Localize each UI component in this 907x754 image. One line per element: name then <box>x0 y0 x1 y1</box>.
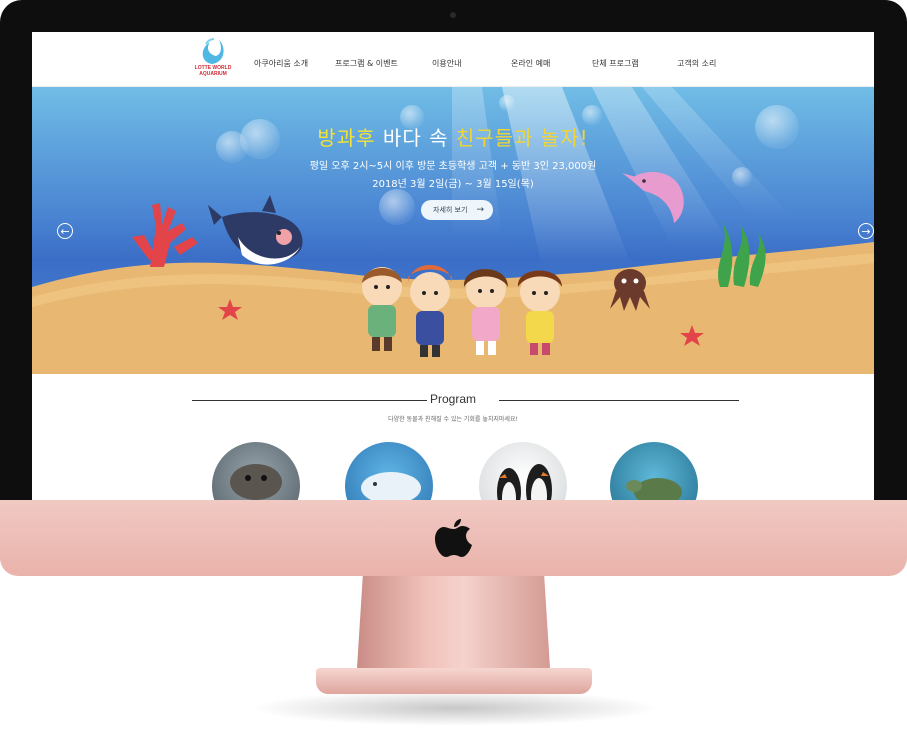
beluga-icon <box>361 472 421 500</box>
program-title: Program <box>429 392 476 406</box>
monitor-stand-neck <box>357 576 550 668</box>
nav-item-online-booking[interactable]: 온라인 예매 <box>511 58 550 69</box>
nav-item-programs-events[interactable]: 프로그램 & 이벤트 <box>335 58 398 69</box>
hero-title-part2: 바다 속 <box>382 126 449 150</box>
nav-item-group-programs[interactable]: 단체 프로그램 <box>592 58 639 69</box>
logo-text: LOTTE WORLD AQUARIUM <box>194 65 232 77</box>
program-sea-turtle[interactable] <box>610 442 698 500</box>
stand-shadow <box>250 690 660 726</box>
details-button-label: 자세히 보기 <box>433 206 468 214</box>
details-button[interactable]: 자세히 보기 → <box>421 200 493 220</box>
hero-banner: 방과후 바다 속 친구들과 놀자! 평일 오후 2시~5시 이후 방문 초등학생… <box>32 87 874 374</box>
hero-title-part1: 방과후 <box>317 126 376 150</box>
program-section: Program 다양한 동물과 친해질 수 있는 기회를 놓치지마세요! <box>32 374 874 500</box>
program-seal[interactable] <box>212 442 300 500</box>
monitor-chin <box>0 500 907 576</box>
sea-turtle-icon <box>626 478 682 500</box>
monitor-stand-base <box>316 668 592 694</box>
penguin-icon <box>497 464 552 500</box>
seal-icon <box>230 464 282 500</box>
program-subtitle: 다양한 동물과 친해질 수 있는 기회를 놓치지마세요! <box>388 416 518 423</box>
program-beluga[interactable] <box>345 442 433 500</box>
nav-item-guide[interactable]: 이용안내 <box>432 58 461 69</box>
hero-subtitle: 평일 오후 2시~5시 이후 방문 초등학생 고객 + 동반 3인 23,000… <box>309 161 597 172</box>
slider-next-button[interactable]: → <box>858 223 874 239</box>
imac-device: LOTTE WORLD AQUARIUM 아쿠아리움 소개 프로그램 & 이벤트… <box>0 0 907 754</box>
apple-logo-icon <box>435 519 472 557</box>
hero-title: 방과후 바다 속 친구들과 놀자! <box>32 122 874 151</box>
hero-title-part3: 친구들과 놀자! <box>455 126 589 150</box>
website-screen: LOTTE WORLD AQUARIUM 아쿠아리움 소개 프로그램 & 이벤트… <box>32 32 874 500</box>
nav-item-customer-voice[interactable]: 고객의 소리 <box>677 58 716 69</box>
nav-item-about[interactable]: 아쿠아리움 소개 <box>254 58 308 69</box>
program-penguin[interactable] <box>479 442 567 500</box>
hero-date: 2018년 3월 2일(금) ~ 3월 15일(목) <box>372 179 534 190</box>
camera-icon <box>450 12 456 18</box>
slider-prev-button[interactable]: ← <box>57 223 73 239</box>
top-navigation: LOTTE WORLD AQUARIUM 아쿠아리움 소개 프로그램 & 이벤트… <box>32 32 874 87</box>
arrow-right-icon: → <box>476 205 484 215</box>
